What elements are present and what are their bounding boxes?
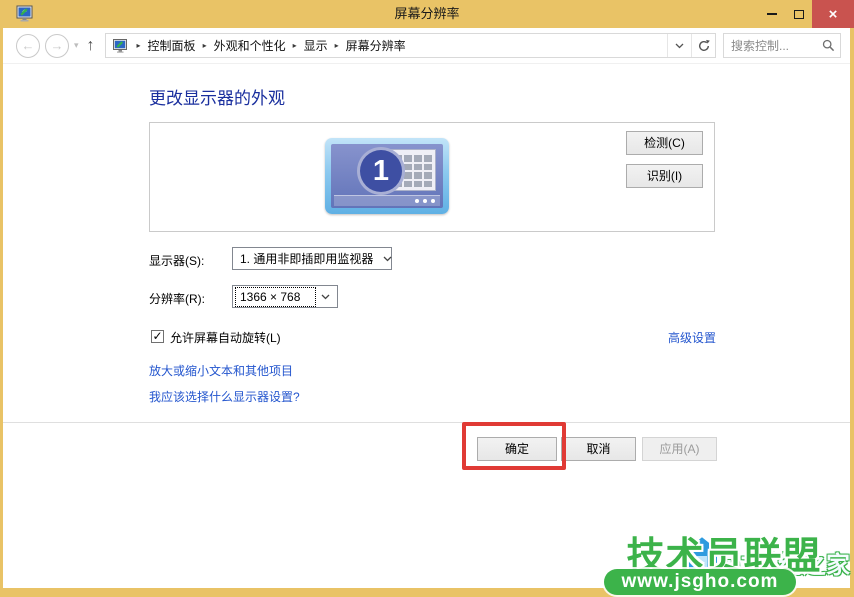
address-dropdown-button[interactable] [667,34,691,57]
monitor-screen: 1 [331,144,443,208]
search-box[interactable] [723,33,841,58]
forward-icon: → [51,38,64,53]
address-bar-right [667,34,715,57]
title-bar[interactable]: 屏幕分辨率 × [0,0,854,28]
window-controls: × [758,0,854,28]
monitor-number-badge: 1 [357,147,405,195]
display-select[interactable]: 1. 通用非即插即用监视器 [232,247,392,270]
apply-button: 应用(A) [642,437,717,461]
forward-button[interactable]: → [45,34,69,58]
app-monitor-icon [16,5,34,23]
ellipsis-dots-icon [431,199,435,203]
breadcrumb-appearance[interactable]: 外观和个性化 [214,37,286,54]
breadcrumb-monitor-icon [113,39,128,53]
search-icon [822,39,835,52]
monitor-preview-panel: 1 检测(C) 识别(I) [149,122,715,232]
breadcrumb-control-panel[interactable]: 控制面板 [148,37,196,54]
display-select-value: 1. 通用非即插即用监视器 [236,248,377,269]
breadcrumb-separator-icon: ▸ [328,41,346,50]
breadcrumb-separator-icon: ▸ [286,41,304,50]
maximize-icon [794,10,804,19]
monitor-preview[interactable]: 1 [325,138,449,214]
breadcrumb-screen-resolution[interactable]: 屏幕分辨率 [346,37,406,54]
address-bar[interactable]: ▸ 控制面板 ▸ 外观和个性化 ▸ 显示 ▸ 屏幕分辨率 [105,33,716,58]
close-button[interactable]: × [812,0,854,28]
auto-rotate-checkbox[interactable]: ✓ [151,330,164,343]
advanced-settings-link[interactable]: 高级设置 [668,329,716,346]
resize-text-link[interactable]: 放大或缩小文本和其他项目 [149,362,293,379]
page-title: 更改显示器的外观 [149,84,285,109]
maximize-button[interactable] [785,0,812,28]
cancel-button[interactable]: 取消 [561,437,636,461]
window-content: ← → ▾ ↑ ▸ 控制面板 ▸ 外观和个性化 ▸ [3,28,850,588]
chevron-down-icon [377,256,396,262]
checkmark-icon: ✓ [152,329,162,343]
refresh-button[interactable] [691,34,715,57]
identify-button[interactable]: 识别(I) [626,164,703,188]
resolution-label: 分辨率(R): [149,290,205,307]
monitor-number: 1 [373,155,389,188]
back-icon: ← [22,38,35,53]
display-label: 显示器(S): [149,252,204,269]
breadcrumb-separator-icon: ▸ [130,41,148,50]
ok-button[interactable]: 确定 [477,437,557,461]
footer-separator [3,422,850,423]
breadcrumb-display[interactable]: 显示 [304,37,328,54]
which-settings-link[interactable]: 我应该选择什么显示器设置? [149,388,300,405]
window-title: 屏幕分辨率 [0,0,854,28]
back-button[interactable]: ← [16,34,40,58]
detect-button[interactable]: 检测(C) [626,131,703,155]
navigation-toolbar: ← → ▾ ↑ ▸ 控制面板 ▸ 外观和个性化 ▸ [3,28,850,64]
recent-pages-dropdown[interactable]: ▾ [74,40,79,51]
chevron-down-icon [315,294,334,300]
screen-resolution-window: 屏幕分辨率 × ← → ▾ ↑ [0,0,854,597]
refresh-icon [697,39,711,53]
up-button[interactable]: ↑ [87,37,95,55]
search-input[interactable] [731,39,822,53]
minimize-button[interactable] [758,0,785,28]
resolution-select[interactable]: 1366 × 768 [232,285,338,308]
resolution-select-value: 1366 × 768 [236,288,315,306]
auto-rotate-label: 允许屏幕自动旋转(L) [170,329,281,346]
monitor-taskbar [334,195,440,206]
breadcrumb-separator-icon: ▸ [196,41,214,50]
chevron-down-icon [675,43,684,49]
minimize-icon [767,13,777,15]
